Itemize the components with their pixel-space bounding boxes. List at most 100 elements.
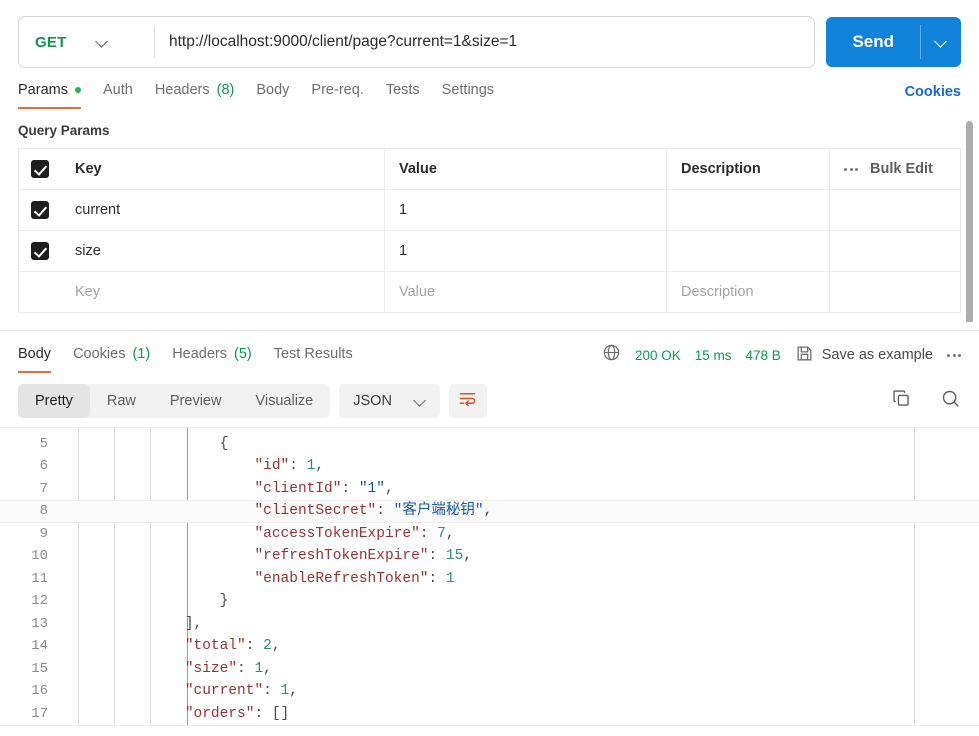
line-number: 17 [31, 705, 48, 722]
line-number: 16 [31, 683, 48, 699]
line-number: 6 [39, 458, 48, 474]
column-header-description: Description [667, 149, 830, 189]
param-key[interactable]: size [61, 231, 385, 271]
send-options-button[interactable] [921, 17, 961, 67]
code-line[interactable]: 17 "orders": [] [0, 703, 979, 726]
response-toolbar-icons [891, 388, 961, 414]
code-line[interactable]: 15 "size": 1, [0, 658, 979, 681]
status-badge[interactable]: 200 OK [635, 348, 681, 363]
code-line-text: "accessTokenExpire": 7, [254, 525, 455, 542]
tab-tests-label: Tests [385, 82, 420, 98]
param-value[interactable]: 1 [385, 190, 667, 230]
new-param-description-input[interactable]: Description [667, 272, 830, 312]
column-header-value: Value [385, 149, 667, 189]
response-more-options-icon[interactable] [947, 353, 961, 357]
response-tab-test-results[interactable]: Test Results [274, 346, 353, 373]
search-icon[interactable] [940, 388, 961, 414]
code-line[interactable]: 11 "enableRefreshToken": 1 [0, 568, 979, 591]
tab-headers[interactable]: Headers (8) [155, 82, 235, 109]
tab-settings-label: Settings [441, 82, 495, 98]
line-number: 12 [31, 593, 48, 609]
response-tab-headers[interactable]: Headers (5) [172, 346, 252, 373]
code-line[interactable]: 14 "total": 2, [0, 635, 979, 658]
param-description[interactable] [667, 190, 830, 230]
save-as-example-button[interactable]: Save as example [795, 344, 933, 367]
tab-params[interactable]: Params [18, 82, 81, 109]
line-number: 5 [39, 435, 48, 452]
send-button-group[interactable]: Send [826, 17, 961, 67]
code-line-text: "size": 1, [184, 660, 272, 677]
view-mode-pretty[interactable]: Pretty [18, 384, 90, 418]
response-meta: 200 OK 15 ms 478 B Save as example [602, 343, 961, 375]
tab-headers-label: Headers [154, 82, 210, 98]
param-key[interactable]: current [61, 190, 385, 230]
cookies-link[interactable]: Cookies [905, 84, 961, 109]
globe-icon [602, 343, 621, 367]
response-size[interactable]: 478 B [745, 348, 780, 363]
code-line-text: } [63, 593, 229, 609]
tab-prerequest[interactable]: Pre-req. [311, 82, 363, 109]
code-line[interactable]: 10 "refreshTokenExpire": 15, [0, 545, 979, 568]
param-description[interactable] [667, 231, 830, 271]
code-line[interactable]: 12 } [0, 590, 979, 613]
wrap-lines-button[interactable] [448, 384, 487, 418]
row-checkbox[interactable] [31, 201, 49, 219]
code-line[interactable]: 9 "accessTokenExpire": 7, [0, 523, 979, 546]
view-mode-preview[interactable]: Preview [153, 384, 239, 418]
table-header-row: Key Value Description Bulk Edit [19, 149, 960, 190]
view-mode-raw[interactable]: Raw [90, 384, 153, 418]
send-button[interactable]: Send [826, 17, 920, 67]
table-row: size 1 [19, 231, 960, 272]
new-param-key-input[interactable]: Key [61, 272, 385, 312]
response-format-label: JSON [353, 393, 392, 409]
row-checkbox[interactable] [31, 242, 49, 260]
response-tab-body[interactable]: Body [18, 346, 52, 373]
new-param-value-input[interactable]: Value [385, 272, 667, 312]
line-number: 15 [31, 660, 48, 677]
tab-settings[interactable]: Settings [442, 82, 494, 109]
code-line[interactable]: 8 "clientSecret": "客户端秘钥", [0, 500, 979, 523]
row-actions [830, 231, 960, 271]
copy-icon[interactable] [891, 388, 912, 414]
code-line[interactable]: 16 "current": 1, [0, 680, 979, 703]
code-line-text: "enableRefreshToken": 1 [254, 570, 455, 587]
response-body-viewer[interactable]: 4 "records": [5 {6 "id": 1,7 "clientId":… [0, 427, 979, 735]
response-time[interactable]: 15 ms [695, 348, 732, 363]
modified-dot-icon [74, 87, 81, 93]
param-value[interactable]: 1 [385, 231, 667, 271]
tab-tests[interactable]: Tests [386, 82, 420, 109]
code-line-text: "total": 2, [184, 638, 281, 654]
request-pane: Query Params Key Value Description Bulk … [0, 109, 979, 322]
table-actions-cell: Bulk Edit [830, 149, 960, 189]
code-line[interactable]: 7 "clientId": "1", [0, 478, 979, 501]
line-number: 13 [31, 615, 48, 632]
url-input[interactable] [155, 17, 815, 67]
tab-auth[interactable]: Auth [103, 82, 133, 109]
select-all-checkbox[interactable] [31, 160, 49, 178]
response-tab-cookies[interactable]: Cookies (1) [73, 346, 150, 373]
code-line[interactable]: 5 { [0, 433, 979, 456]
response-format-selector[interactable]: JSON [339, 384, 440, 418]
line-number: 10 [31, 548, 48, 564]
view-mode-visualize[interactable]: Visualize [238, 384, 330, 418]
url-group: GET [18, 16, 816, 68]
row-checkbox[interactable] [31, 283, 49, 301]
table-row-new: Key Value Description [19, 272, 960, 313]
http-method-label: GET [35, 33, 67, 51]
response-tab-cookies-count: (1) [132, 345, 151, 362]
code-line-text: "refreshTokenExpire": 15, [254, 548, 472, 564]
http-method-selector[interactable]: GET [19, 17, 154, 67]
request-tab-bar: Params Auth Headers (8) Body Pre-req. Te… [0, 68, 979, 109]
request-bar: GET Send [0, 0, 979, 68]
tab-prerequest-label: Pre-req. [311, 82, 364, 98]
code-line[interactable]: 6 "id": 1, [0, 455, 979, 478]
code-line-text: "orders": [] [184, 705, 290, 722]
request-pane-scrollbar[interactable] [966, 121, 973, 322]
tab-headers-count: (8) [216, 82, 235, 98]
code-lines: 4 "records": [5 {6 "id": 1,7 "clientId":… [0, 428, 979, 726]
tab-body[interactable]: Body [256, 82, 289, 109]
bulk-edit-button[interactable]: Bulk Edit [870, 161, 933, 177]
row-actions [830, 190, 960, 230]
code-line[interactable]: 13 ], [0, 613, 979, 636]
more-options-icon[interactable] [844, 167, 858, 171]
